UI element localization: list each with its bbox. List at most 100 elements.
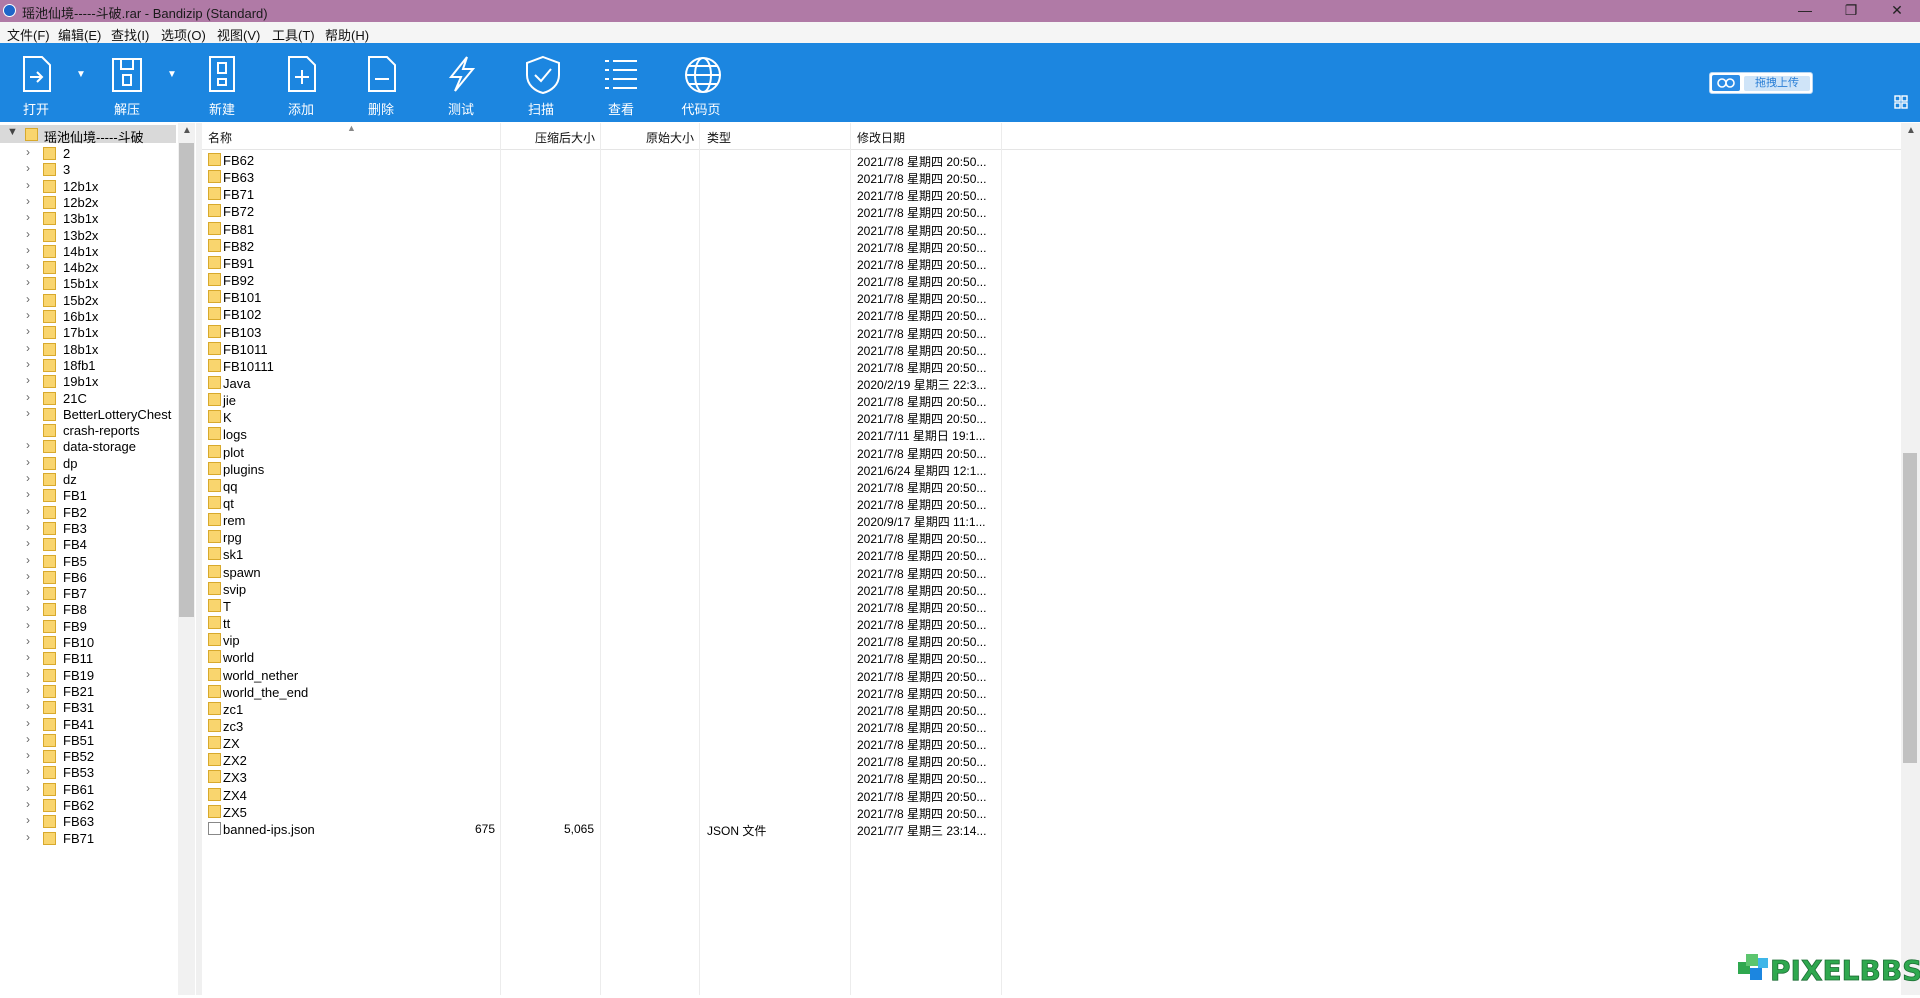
close-button[interactable]: ✕ [1874,0,1920,22]
expand-chevron-icon[interactable]: › [26,487,30,501]
expand-chevron-icon[interactable]: › [26,650,30,664]
tree-item-label: dz [63,472,77,487]
layout-grid-icon[interactable] [1894,95,1908,109]
expand-chevron-icon[interactable]: › [26,406,30,420]
expand-chevron-icon[interactable]: › [26,797,30,811]
folder-icon [208,650,221,664]
shield-icon [526,55,560,95]
test-button[interactable]: 测试 [425,43,497,122]
scroll-up-icon[interactable]: ▲ [1906,125,1916,136]
menu-edit[interactable]: 编辑(E) [58,25,101,44]
menu-tools[interactable]: 工具(T) [272,25,315,44]
tree-item-label: BetterLotteryChest [63,406,172,422]
expand-chevron-icon[interactable]: › [26,781,30,795]
expand-chevron-icon[interactable]: › [26,764,30,778]
expand-chevron-icon[interactable]: › [26,275,30,289]
folder-icon [43,375,56,389]
extract-dropdown-icon[interactable]: ▼ [167,69,177,80]
expand-chevron-icon[interactable]: › [26,259,30,273]
expand-chevron-icon[interactable]: › [26,210,30,224]
menu-file[interactable]: 文件(F) [7,25,50,44]
expand-chevron-icon[interactable]: › [26,357,30,371]
file-list-scroll-thumb[interactable] [1903,453,1917,763]
tree-scrollbar[interactable]: ▲ [178,123,195,995]
delete-label: 删除 [367,102,394,117]
expand-chevron-icon[interactable]: › [26,438,30,452]
folder-icon [43,277,56,291]
column-original-size[interactable]: 原始大小 [646,129,694,146]
tree-item-label: FB41 [63,716,95,732]
collapse-icon[interactable]: ▼ [7,126,18,138]
tree-item[interactable]: › FB71 [0,829,176,849]
expand-chevron-icon[interactable]: › [26,194,30,208]
table-row[interactable]: banned-ips.json 675 5,065 JSON 文件 2021/7/7 星… [202,818,1002,839]
column-compressed-size[interactable]: 压缩后大小 [535,129,595,146]
menu-find[interactable]: 查找(I) [111,25,149,44]
menu-options[interactable]: 选项(O) [161,25,206,44]
upload-widget[interactable]: 拖拽上传 [1709,72,1813,94]
maximize-button[interactable]: ❐ [1828,0,1874,22]
folder-icon [208,410,221,424]
expand-chevron-icon[interactable]: › [26,243,30,257]
expand-chevron-icon[interactable]: › [26,748,30,762]
folder-icon [43,766,56,780]
folder-icon [43,799,56,812]
expand-chevron-icon[interactable]: › [26,667,30,681]
expand-chevron-icon[interactable]: › [26,324,30,338]
expand-chevron-icon[interactable]: › [26,813,30,827]
expand-chevron-icon[interactable]: › [26,390,30,404]
expand-chevron-icon[interactable]: › [26,455,30,469]
folder-icon [43,489,56,503]
file-list-scrollbar[interactable]: ▲ [1901,123,1920,995]
tree-scroll-thumb[interactable] [179,143,194,617]
expand-chevron-icon[interactable]: › [26,178,30,192]
expand-chevron-icon[interactable]: › [26,699,30,713]
menu-view[interactable]: 视图(V) [217,25,260,44]
expand-chevron-icon[interactable]: › [26,569,30,583]
column-type[interactable]: 类型 [707,129,731,146]
extract-button[interactable]: 解压 [91,43,163,122]
expand-chevron-icon[interactable]: › [26,683,30,697]
scroll-up-icon[interactable]: ▲ [182,125,192,136]
expand-chevron-icon[interactable]: › [26,227,30,241]
menu-help[interactable]: 帮助(H) [325,25,369,44]
expand-chevron-icon[interactable]: › [26,308,30,322]
expand-chevron-icon[interactable]: › [26,601,30,615]
expand-chevron-icon[interactable]: › [26,292,30,306]
open-button[interactable]: 打开 [0,43,72,122]
minimize-button[interactable]: — [1782,0,1828,22]
tree-item-label: FB63 [63,814,95,830]
column-name[interactable]: 名称 [208,129,232,146]
expand-chevron-icon[interactable]: › [26,536,30,550]
expand-chevron-icon[interactable]: › [26,145,30,159]
expand-chevron-icon[interactable]: › [26,341,30,355]
scan-button[interactable]: 扫描 [505,43,577,122]
folder-icon [208,564,221,578]
add-button[interactable]: 添加 [265,43,337,122]
tree-root-item[interactable]: ▼ 瑶池仙境-----斗破 [0,125,176,145]
delete-button[interactable]: 删除 [345,43,417,122]
folder-icon [43,733,56,747]
expand-chevron-icon[interactable]: › [26,373,30,387]
expand-chevron-icon[interactable]: › [26,161,30,175]
expand-chevron-icon[interactable]: › [26,520,30,534]
expand-chevron-icon[interactable]: › [26,830,30,844]
expand-chevron-icon[interactable]: › [26,618,30,632]
tree-item-label: 14b1x [63,243,99,259]
folder-icon [43,358,56,372]
svg-text:PIXELBBS: PIXELBBS [1770,954,1920,987]
expand-chevron-icon[interactable]: › [26,634,30,648]
expand-chevron-icon[interactable]: › [26,732,30,746]
view-button[interactable]: 查看 [585,43,657,122]
expand-chevron-icon[interactable]: › [26,553,30,567]
expand-chevron-icon[interactable]: › [26,504,30,518]
new-button[interactable]: 新建 [186,43,258,122]
codepage-button[interactable]: 代码页 [665,43,737,122]
column-modified-date[interactable]: 修改日期 [857,129,905,146]
expand-chevron-icon[interactable]: › [26,471,30,485]
scan-label: 扫描 [527,102,554,117]
expand-chevron-icon[interactable]: › [26,585,30,599]
expand-chevron-icon[interactable]: › [26,716,30,730]
list-header: 名称 ▲ 压缩后大小 原始大小 类型 修改日期 [202,123,1901,150]
open-dropdown-icon[interactable]: ▼ [76,69,86,80]
